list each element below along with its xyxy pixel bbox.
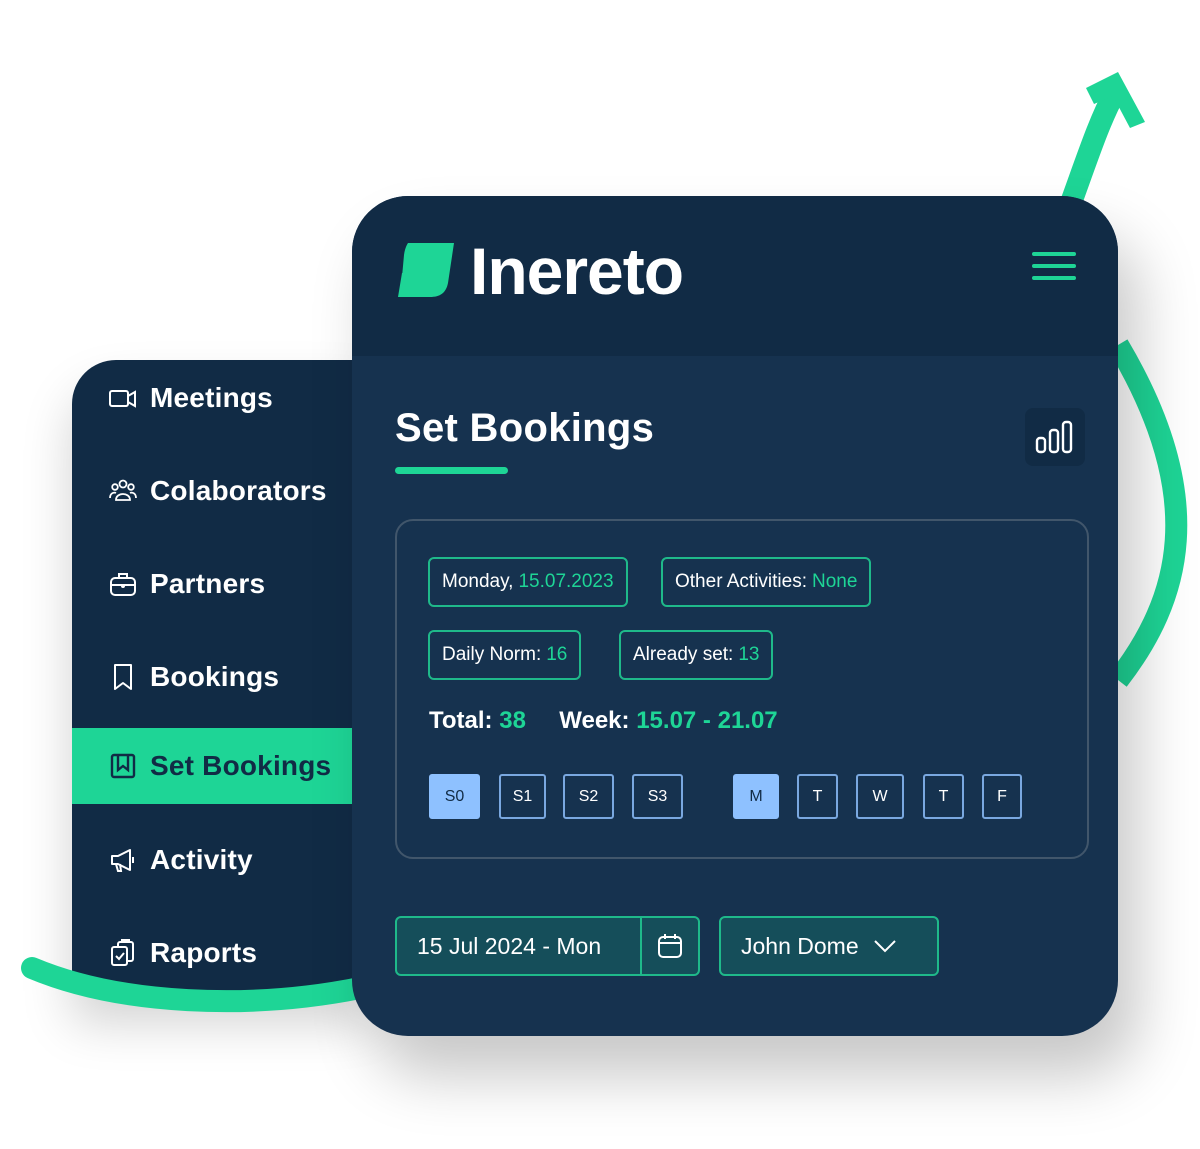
brand-logo[interactable]: Inereto	[396, 234, 684, 308]
sidebar-item-label: Colaborators	[150, 475, 327, 506]
video-camera-icon	[108, 383, 138, 413]
briefcase-icon	[108, 569, 138, 599]
logo-mark-icon	[398, 243, 454, 297]
clipboard-check-icon	[108, 938, 138, 968]
bookmark-square-icon	[108, 751, 138, 781]
megaphone-icon	[108, 845, 138, 875]
week-label: Week:	[559, 707, 630, 734]
total-value: 38	[499, 707, 526, 734]
user-select-dropdown[interactable]: John Dome	[719, 916, 939, 976]
chip-value: 16	[546, 644, 568, 665]
other-activities-chip: Other Activities: None	[661, 557, 872, 607]
user-select-value: John Dome	[741, 932, 859, 959]
page-title: Set Bookings	[395, 406, 655, 450]
sidebar-item-partners[interactable]: Partners	[72, 546, 352, 622]
already-set-chip: Already set: 13	[619, 630, 774, 680]
day-button[interactable]: W	[856, 774, 904, 819]
stats-button[interactable]	[1025, 408, 1085, 466]
app-header: Inereto	[352, 196, 1118, 356]
sidebar-item-colaborators[interactable]: Colaborators	[72, 453, 352, 529]
users-group-icon	[108, 476, 138, 506]
week-value: 15.07 - 21.07	[636, 707, 778, 734]
total-label: Total:	[429, 707, 493, 734]
sidebar-nav: Meetings Colaborators Partners Bookings …	[72, 360, 372, 992]
sidebar-item-set-bookings[interactable]: Set Bookings	[72, 728, 352, 804]
day-button[interactable]: F	[982, 774, 1022, 819]
sidebar-item-meetings[interactable]: Meetings	[72, 360, 352, 436]
bookmark-icon	[108, 662, 138, 692]
sidebar-item-label: Meetings	[150, 382, 273, 413]
chip-value: 13	[738, 644, 760, 665]
chip-value: None	[812, 571, 858, 592]
sidebar-item-label: Bookings	[150, 661, 280, 692]
chip-label: Monday,	[442, 571, 514, 592]
slot-button[interactable]: S1	[499, 774, 546, 819]
chip-label: Daily Norm:	[442, 644, 542, 665]
sidebar-item-activity[interactable]: Activity	[72, 822, 352, 898]
date-chip: Monday, 15.07.2023	[428, 557, 628, 607]
sidebar-item-raports[interactable]: Raports	[72, 915, 352, 991]
day-button[interactable]: T	[923, 774, 964, 819]
arrow-head-icon	[1086, 72, 1145, 128]
chip-label: Already set:	[633, 644, 734, 665]
day-button[interactable]: M	[733, 774, 779, 819]
date-picker-value: 15 Jul 2024 - Mon	[417, 932, 602, 959]
date-picker-input[interactable]: 15 Jul 2024 - Mon	[395, 916, 700, 976]
totals-line: Total: 38 Week: 15.07 - 21.07	[429, 707, 778, 735]
chevron-down-icon	[873, 939, 897, 953]
bar-chart-icon	[1035, 420, 1073, 454]
sidebar-item-label: Raports	[150, 937, 258, 968]
sidebar-item-bookings[interactable]: Bookings	[72, 639, 352, 715]
chip-label: Other Activities:	[675, 571, 807, 592]
calendar-icon[interactable]	[640, 918, 698, 974]
slot-button[interactable]: S3	[632, 774, 683, 819]
sidebar-item-label: Activity	[150, 844, 253, 875]
set-bookings-panel: Inereto Set Bookings Monday, 15.07.2023 …	[352, 196, 1118, 1036]
title-underline	[395, 467, 508, 474]
sidebar-item-label: Partners	[150, 568, 266, 599]
sidebar-item-label: Set Bookings	[150, 750, 332, 781]
hamburger-menu-icon[interactable]	[1032, 252, 1076, 284]
day-button[interactable]: T	[797, 774, 838, 819]
brand-name: Inereto	[470, 234, 684, 308]
chip-value: 15.07.2023	[518, 571, 614, 592]
slot-button[interactable]: S2	[563, 774, 614, 819]
booking-summary-card: Monday, 15.07.2023 Other Activities: Non…	[395, 519, 1089, 859]
daily-norm-chip: Daily Norm: 16	[428, 630, 582, 680]
slot-button[interactable]: S0	[429, 774, 480, 819]
